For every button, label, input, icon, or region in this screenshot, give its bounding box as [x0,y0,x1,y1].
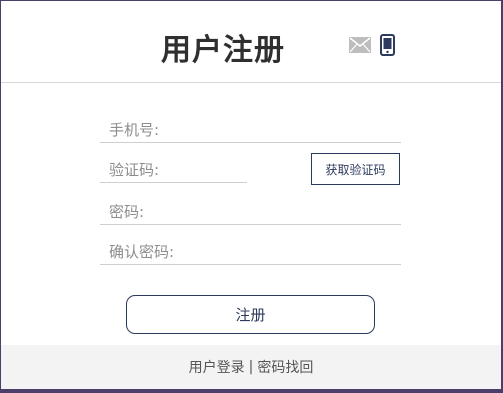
phone-icon[interactable] [380,34,395,56]
header: 用户注册 [1,1,501,83]
phone-input[interactable] [100,115,401,142]
recover-password-link[interactable]: 密码找回 [257,357,313,377]
get-code-button[interactable]: 获取验证码 [311,153,400,185]
page-title: 用户注册 [161,33,285,68]
password-field [100,197,401,225]
confirm-password-field [100,237,401,265]
verification-code-input[interactable] [100,155,247,182]
footer: 用户登录 | 密码找回 [1,345,501,389]
mail-icon[interactable] [349,37,371,53]
confirm-password-input[interactable] [100,237,401,264]
phone-field [100,115,401,143]
code-field [100,155,247,183]
login-link[interactable]: 用户登录 [189,357,245,377]
password-input[interactable] [100,197,401,224]
register-button[interactable]: 注册 [126,295,375,334]
footer-separator: | [248,359,254,375]
register-panel: 用户注册 获取验证码 注册 用户登录 | 密码找回 [1,1,501,389]
